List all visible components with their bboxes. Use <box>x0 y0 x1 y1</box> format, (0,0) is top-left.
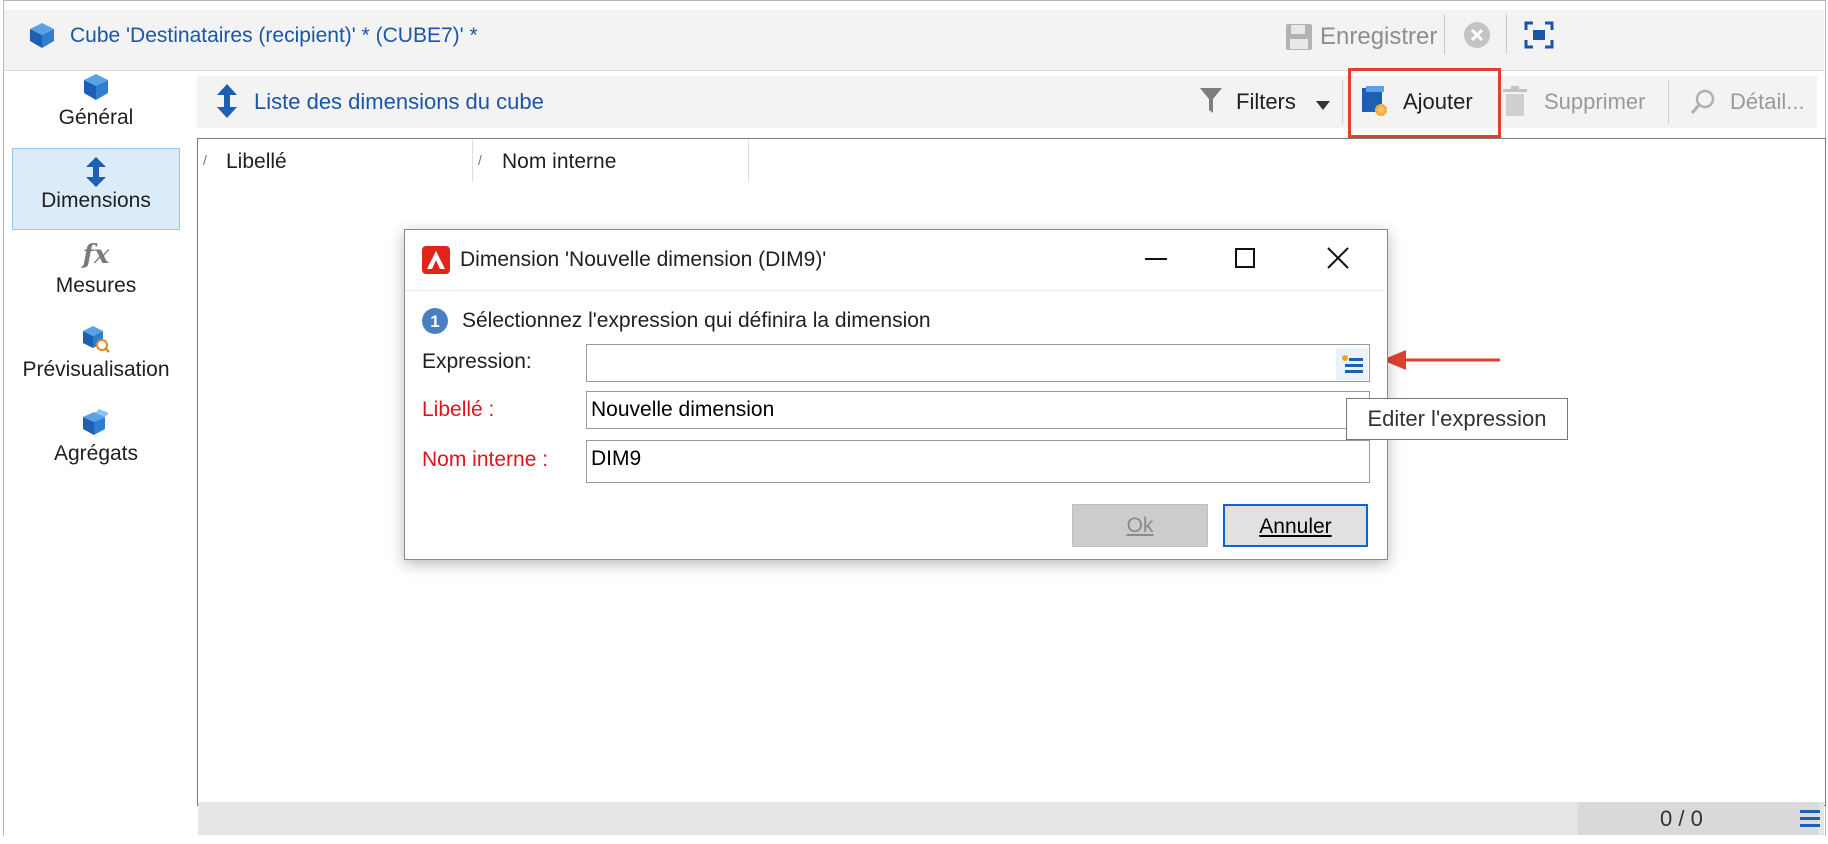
fx-icon: fx <box>82 240 110 270</box>
save-icon <box>1284 22 1314 57</box>
step-instruction: Sélectionnez l'expression qui définira l… <box>462 309 931 332</box>
trash-icon <box>1502 86 1528 123</box>
sidebar-item-label: Agrégats <box>53 442 139 465</box>
sidebar-item-label: Dimensions <box>41 189 151 212</box>
up-down-arrow-icon <box>216 84 238 123</box>
libelle-field[interactable]: Nouvelle dimension <box>586 391 1370 429</box>
chevron-down-icon[interactable] <box>1316 97 1330 115</box>
dialog-title: Dimension 'Nouvelle dimension (DIM9)' <box>460 248 827 271</box>
preview-icon <box>12 324 180 358</box>
detail-button[interactable]: Détail... <box>1730 89 1805 115</box>
menu-lines-icon[interactable] <box>1800 808 1820 833</box>
toolbar-divider <box>1342 80 1343 124</box>
close-icon[interactable] <box>1325 245 1351 276</box>
add-dimension-icon <box>1360 85 1390 124</box>
up-down-arrow-icon <box>13 149 179 189</box>
cancel-button[interactable]: Annuler <box>1223 504 1368 547</box>
toolbar-divider <box>1506 14 1507 54</box>
sort-indicator-icon: / <box>203 152 207 168</box>
window-title: Cube 'Destinataires (recipient)' * (CUBE… <box>70 24 478 47</box>
sidebar-item-mesures[interactable]: fx Mesures <box>12 240 180 302</box>
cube-icon <box>28 21 56 54</box>
column-header-nom-interne[interactable]: Nom interne <box>502 150 616 174</box>
sort-indicator-icon: / <box>478 152 482 168</box>
column-divider[interactable] <box>472 140 473 182</box>
minimize-icon[interactable] <box>1143 246 1169 277</box>
close-circle-icon[interactable] <box>1463 21 1491 54</box>
search-icon <box>1690 89 1716 120</box>
column-header-libelle[interactable]: Libellé <box>226 150 287 174</box>
expression-field[interactable] <box>586 344 1370 382</box>
cube-icon <box>12 72 180 106</box>
step-number: 1 <box>430 312 439 331</box>
sidebar-item-label: Prévisualisation <box>22 358 170 381</box>
dialog-header-divider <box>405 290 1385 291</box>
tooltip: Editer l'expression <box>1346 398 1568 440</box>
step-number-icon: 1 <box>421 307 449 340</box>
maximize-icon[interactable] <box>1232 245 1258 276</box>
toolbar-divider <box>1668 80 1669 124</box>
sidebar-item-label: Général <box>58 106 134 129</box>
filters-button[interactable]: Filters <box>1236 89 1296 115</box>
sidebar-item-label: Mesures <box>55 274 137 297</box>
adobe-logo-icon <box>422 246 450 279</box>
sidebar-item-agregats[interactable]: Agrégats <box>12 408 180 470</box>
aggregates-icon <box>12 408 180 442</box>
nom-interne-label: Nom interne : <box>422 448 549 471</box>
record-counter: 0 / 0 <box>1660 806 1703 831</box>
filter-icon <box>1200 88 1222 119</box>
nom-interne-field[interactable]: DIM9 <box>586 440 1370 483</box>
sidebar-item-previsualisation[interactable]: Prévisualisation <box>12 324 180 386</box>
sidebar-item-dimensions[interactable]: Dimensions <box>12 148 180 230</box>
annotation-arrow <box>1382 348 1502 377</box>
save-button[interactable]: Enregistrer <box>1320 23 1437 51</box>
add-button[interactable]: Ajouter <box>1403 89 1473 115</box>
delete-button[interactable]: Supprimer <box>1544 89 1645 115</box>
toolbar-divider <box>1444 14 1445 54</box>
expression-label: Expression: <box>422 350 532 373</box>
column-divider[interactable] <box>748 140 749 182</box>
ok-button[interactable]: Ok <box>1072 504 1208 547</box>
maximize-icon[interactable] <box>1524 21 1554 54</box>
list-title: Liste des dimensions du cube <box>254 89 544 114</box>
edit-expression-icon[interactable] <box>1336 348 1368 380</box>
sidebar-item-general[interactable]: Général <box>12 72 180 142</box>
libelle-label: Libellé : <box>422 398 495 421</box>
